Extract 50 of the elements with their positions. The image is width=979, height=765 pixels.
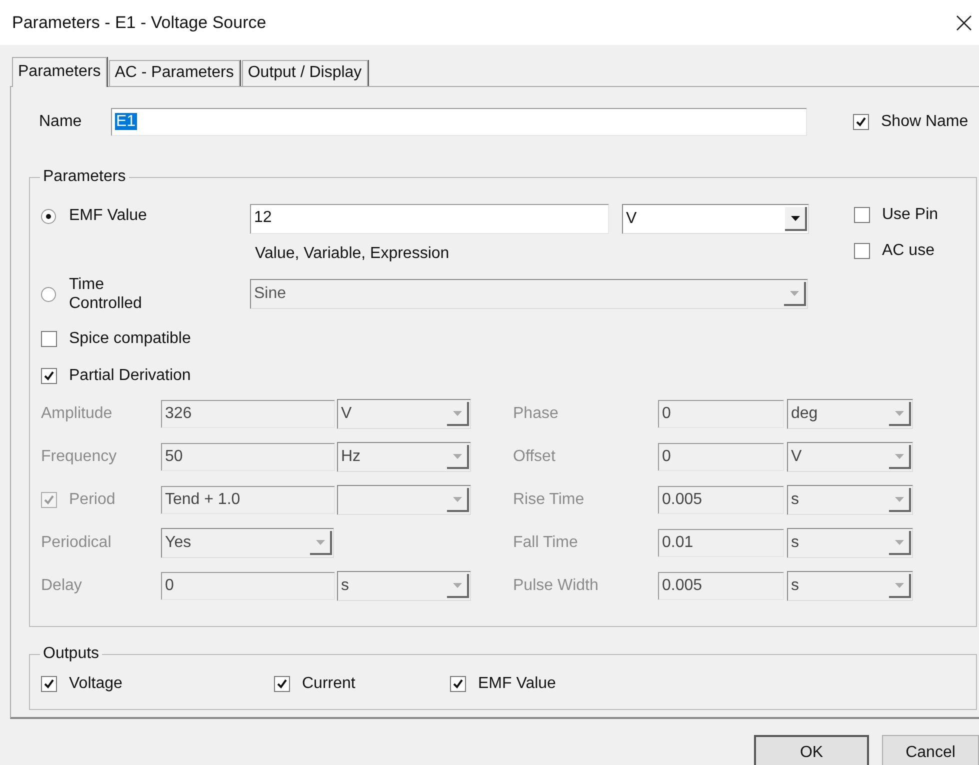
dialog-button[interactable]: Cancel [882,735,979,765]
radio-button[interactable]: EMF Value [41,207,250,225]
checkbox[interactable]: EMF Value [450,675,556,693]
checkbox[interactable]: Partial Derivation [41,367,976,385]
group-title: Outputs [40,644,102,664]
tab[interactable]: Parameters [12,57,107,87]
field-label: Rise Time [513,491,586,509]
check-icon [43,494,55,506]
caret-icon [790,290,798,296]
field-label: Pulse Width [513,577,600,595]
check-icon [276,678,288,690]
caret-icon [452,496,462,502]
field-label: Phase [513,405,560,423]
check-icon [43,678,55,690]
check-icon [43,370,55,382]
field-label: Offset [513,448,556,466]
window-title: Parameters - E1 - Voltage Source [12,12,266,32]
checkbox[interactable]: Use Pin [854,206,938,224]
caret-icon [894,582,904,588]
caret-icon [894,540,904,544]
name-label: Name [38,113,83,131]
field-label: Amplitude [41,405,114,423]
caret-icon [894,496,904,502]
field-label: Delay [41,577,83,595]
checkbox[interactable]: Spice compatible [41,330,976,348]
check-icon [452,678,464,690]
field-label: Frequency [41,448,118,466]
checkbox[interactable]: Current [274,675,450,693]
unit-dropdown[interactable]: V [622,204,809,234]
dialog-button[interactable]: OK [754,735,869,765]
caret-icon [894,410,904,416]
hint-text: Value, Variable, Expression [255,244,450,264]
field-label: Fall Time [513,534,579,552]
tab[interactable]: Output / Display [242,60,368,86]
emf-value-field[interactable]: 12 [250,204,609,234]
field-label: Periodical [41,534,112,552]
checkbox[interactable]: AC use [854,242,938,260]
tab[interactable]: AC - Parameters [108,60,240,86]
name-field[interactable]: E1 [111,108,807,136]
caret-icon [894,454,904,458]
checkbox[interactable]: Show Name [853,113,968,131]
caret-icon [790,216,800,220]
caret-icon [452,582,462,588]
check-icon [855,116,867,128]
caret-icon [316,540,324,544]
close-icon[interactable] [956,14,972,30]
caret-icon [452,454,462,458]
unit-dropdown[interactable] [337,485,471,515]
caret-icon [452,410,462,416]
checkbox[interactable]: Voltage [41,675,274,693]
